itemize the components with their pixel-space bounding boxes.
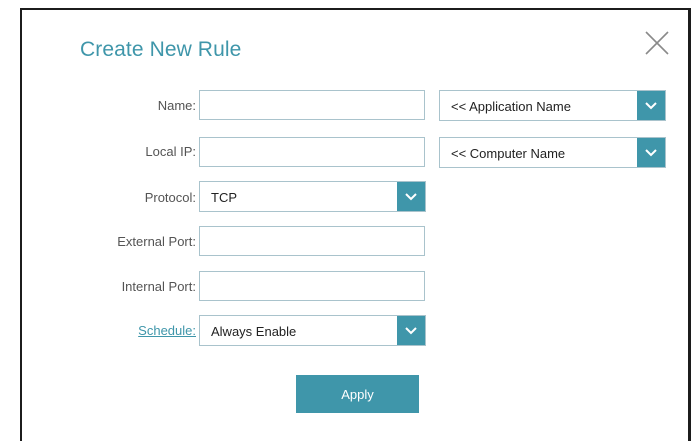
create-rule-dialog: Create New Rule Name: << Application Nam…: [22, 10, 688, 441]
application-name-select-value: << Application Name: [451, 99, 571, 114]
protocol-select-value: TCP: [211, 190, 237, 205]
protocol-select[interactable]: TCP: [199, 181, 426, 212]
dialog-title: Create New Rule: [80, 38, 242, 61]
internal-port-label: Internal Port:: [121, 279, 196, 294]
schedule-select[interactable]: Always Enable: [199, 315, 426, 346]
schedule-select-value: Always Enable: [211, 324, 297, 339]
chevron-down-icon: [637, 138, 665, 167]
external-port-input[interactable]: [199, 226, 425, 256]
chevron-down-icon: [397, 316, 425, 345]
name-input[interactable]: [199, 90, 425, 120]
external-port-label: External Port:: [117, 234, 196, 249]
schedule-link[interactable]: Schedule:: [138, 323, 196, 338]
protocol-label: Protocol:: [144, 190, 196, 205]
close-icon[interactable]: [642, 28, 672, 58]
computer-name-select[interactable]: << Computer Name: [439, 137, 666, 168]
internal-port-input[interactable]: [199, 271, 425, 301]
chevron-down-icon: [397, 182, 425, 211]
application-name-select[interactable]: << Application Name: [439, 90, 666, 121]
computer-name-select-value: << Computer Name: [451, 146, 566, 161]
local-ip-input[interactable]: [199, 137, 425, 167]
apply-button[interactable]: Apply: [296, 375, 419, 413]
chevron-down-icon: [637, 91, 665, 120]
name-label: Name:: [157, 98, 196, 113]
local-ip-label: Local IP:: [145, 144, 196, 159]
schedule-label: Schedule:: [138, 323, 196, 338]
